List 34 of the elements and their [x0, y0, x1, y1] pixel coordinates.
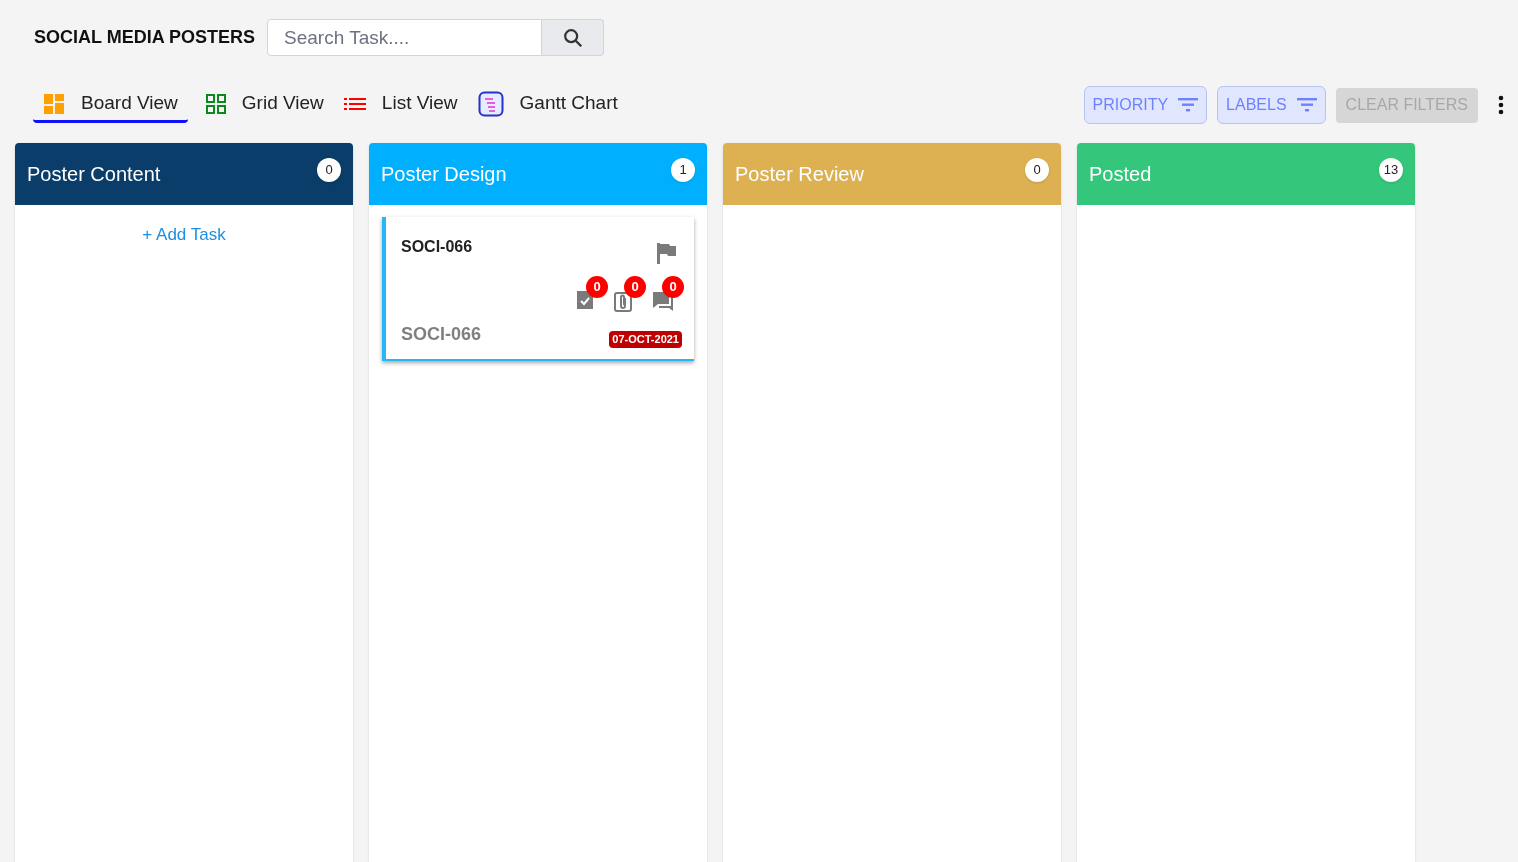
page-title: SOCIAL MEDIA POSTERS	[34, 26, 256, 49]
task-count: 1	[671, 158, 695, 182]
board-icon	[43, 92, 65, 115]
column-title: Poster Content	[27, 162, 161, 187]
task-count: 13	[1379, 158, 1403, 182]
count-badge: 0	[662, 276, 684, 298]
task-code: SOCI-066	[401, 323, 482, 346]
count-badge: 0	[586, 276, 608, 298]
list-icon	[343, 96, 366, 111]
search-button[interactable]	[542, 19, 605, 56]
paperclip-icon	[614, 290, 632, 312]
due-date-tag: 07-OCT-2021	[609, 331, 682, 348]
search-field[interactable]: Search Task....	[267, 19, 543, 56]
more-options-icon[interactable]	[1498, 95, 1504, 115]
task-count: 0	[1025, 158, 1049, 182]
view-tab[interactable]: Board View	[33, 87, 188, 123]
filter-icon	[1296, 98, 1317, 112]
flag-icon	[655, 242, 677, 264]
task-card[interactable]: SOCI-066 0 0 0 SOCI-066 07-OCT-2021	[382, 217, 694, 361]
column-title: Poster Design	[381, 162, 507, 187]
column-title: Posted	[1089, 162, 1152, 187]
grid-icon	[205, 93, 226, 114]
view-tab[interactable]: Gantt Chart	[475, 87, 620, 123]
search-icon	[561, 26, 584, 49]
checklist-icon	[576, 290, 594, 310]
filter-icon	[1178, 98, 1199, 112]
task-count: 0	[317, 158, 341, 182]
count-badge: 0	[624, 276, 646, 298]
view-tab[interactable]: List View	[341, 87, 460, 123]
gantt-icon	[477, 90, 504, 117]
view-tab[interactable]: Grid View	[203, 87, 326, 123]
column-title: Poster Review	[735, 162, 864, 187]
add-task-link[interactable]: + Add Task	[142, 222, 226, 248]
card-title: SOCI-066	[401, 237, 473, 257]
